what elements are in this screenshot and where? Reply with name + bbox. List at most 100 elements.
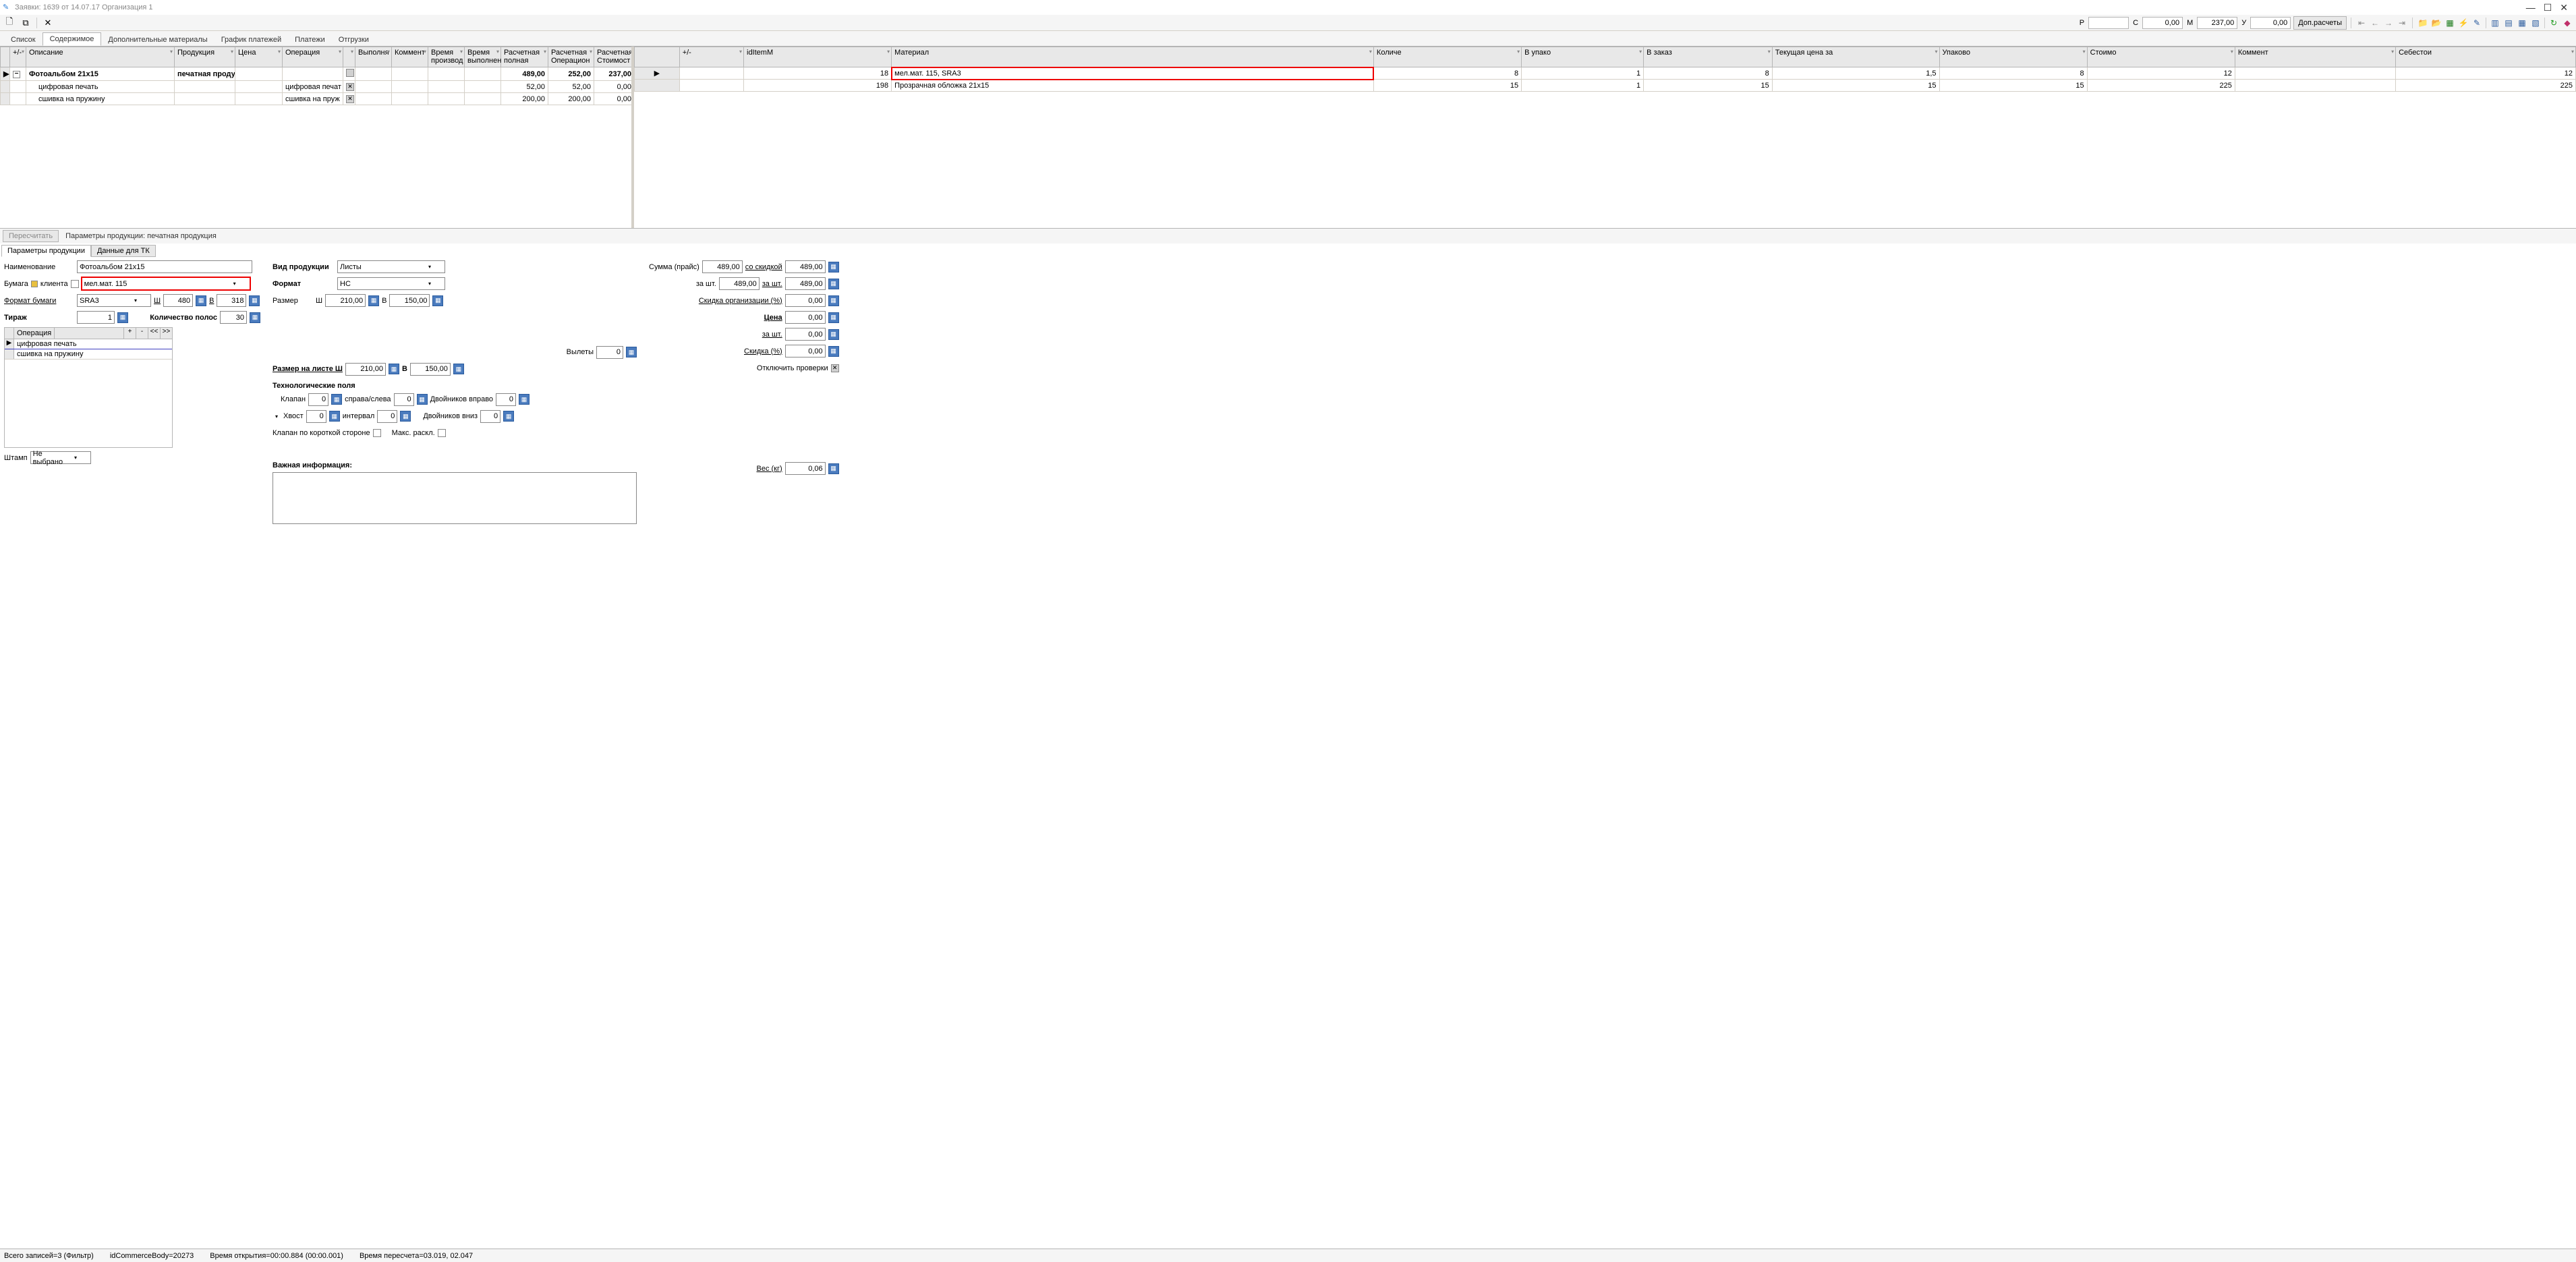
col-time-done[interactable]: Время выполнен▾ [465,47,501,67]
nav-prev-icon[interactable]: ← [2369,17,2381,29]
refresh-icon[interactable]: ↻ [2548,17,2560,29]
calc-icon[interactable]: ▦ [196,295,206,306]
calc-icon[interactable]: ▦ [828,279,839,289]
folder-open-icon[interactable]: 📂 [2430,17,2442,29]
calc-icon[interactable]: ▦ [389,364,399,374]
col-operation[interactable]: Операция▾ [283,47,343,67]
calc-icon[interactable]: ▦ [828,312,839,323]
subtab-tk-data[interactable]: Данные для ТК [91,245,156,257]
name-input[interactable] [77,260,252,273]
table-row[interactable]: сшивка на пружинусшивка на пруж200,00200… [1,93,632,105]
col-price[interactable]: Цена▾ [235,47,283,67]
col-upak[interactable]: Упаково▾ [1939,47,2087,67]
hvost-input[interactable] [306,410,326,423]
client-checkbox[interactable] [71,280,79,288]
skidka-pct-input[interactable] [785,345,826,357]
calc-icon[interactable]: ▦ [329,411,340,422]
close-button[interactable]: ✕ [2560,2,2568,13]
table-row[interactable]: ▶18мел.мат. 115, SRA38181,581212 [635,67,2576,80]
col-time-prod[interactable]: Время производ▾ [428,47,465,67]
summa-input[interactable] [702,260,743,273]
tab-content[interactable]: Содержимое [42,32,102,46]
ops-row[interactable]: сшивка на пружину [5,349,172,360]
col-cost[interactable]: Стоимо▾ [2087,47,2235,67]
col-comment[interactable]: Коммент▾ [392,47,428,67]
za-sht2-label[interactable]: за шт. [762,280,782,288]
dvoyn-right-input[interactable] [496,393,516,406]
tab-payment-schedule[interactable]: График платежей [214,34,288,46]
polos-input[interactable] [220,311,247,324]
operations-grid[interactable]: Операция + - << >> ▶цифровая печать сшив… [4,327,173,448]
table-row[interactable]: 198Прозрачная обложка 21х151511515152252… [635,80,2576,92]
stamp-select[interactable]: Не выбрано▾ [30,451,91,464]
calc-icon[interactable]: ▦ [400,411,411,422]
ops-add-button[interactable]: + [123,328,136,339]
calc-icon[interactable]: ▦ [828,346,839,357]
calc-icon[interactable]: ▦ [828,463,839,474]
col-comment[interactable]: Коммент▾ [2235,47,2395,67]
tab-payments[interactable]: Платежи [288,34,332,46]
col-expand[interactable]: +/-▾ [679,47,743,67]
za-sht-input[interactable] [719,277,760,290]
items-grid[interactable]: +/-▾ Описание▾ Продукция▾ Цена▾ Операция… [0,47,631,105]
new-doc-icon[interactable]: 🗋 [3,16,16,30]
weight-label[interactable]: Вес (кг) [757,465,782,473]
table-row[interactable]: ▶−Фотоальбом 21х15печатная продук489,002… [1,67,632,81]
tool2-icon[interactable]: ▤ [2502,17,2515,29]
calc-icon[interactable]: ▦ [250,312,260,323]
cena-sht-label[interactable]: за шт. [762,331,782,339]
nav-first-icon[interactable]: ⇤ [2355,17,2368,29]
size-h-input[interactable] [389,294,430,307]
tool3-icon[interactable]: ▦ [2516,17,2528,29]
col-curprice[interactable]: Текущая цена за▾ [1772,47,1939,67]
w-input[interactable] [163,294,193,307]
calc-icon[interactable]: ▦ [626,347,637,357]
calc-icon[interactable]: ▦ [828,262,839,273]
h-input[interactable] [217,294,246,307]
col-vzakaz[interactable]: В заказ▾ [1644,47,1773,67]
chevron-down-icon[interactable]: ▾ [273,413,281,420]
calc-icon[interactable]: ▦ [453,364,464,374]
help-icon[interactable]: ◆ [2561,17,2573,29]
minimize-button[interactable]: — [2526,2,2536,13]
calc-icon[interactable]: ▦ [432,295,443,306]
sheet-h-input[interactable] [410,363,451,376]
important-memo[interactable] [273,472,637,524]
materials-grid[interactable]: +/-▾ idItemM▾ Материал▾ Количе▾ В упако▾… [634,47,2576,92]
vid-select[interactable]: Листы▾ [337,260,445,273]
so-skidkoy-label[interactable]: со скидкой [745,263,782,271]
ops-prev-button[interactable]: << [148,328,160,339]
col-material[interactable]: Материал▾ [892,47,1374,67]
field-s-input[interactable] [2142,17,2183,29]
calc-icon[interactable]: ▦ [249,295,260,306]
klapan-input[interactable] [308,393,328,406]
cena-label[interactable]: Цена [764,314,782,322]
size-w-input[interactable] [325,294,366,307]
col-calc-op[interactable]: Расчетная Операцион▾ [548,47,594,67]
field-u-input[interactable] [2250,17,2291,29]
col-description[interactable]: Описание▾ [26,47,175,67]
max-raskl-checkbox[interactable] [438,429,446,437]
col-iditem[interactable]: idItemM▾ [744,47,892,67]
extra-calc-button[interactable]: Доп.расчеты [2293,16,2347,30]
subtab-params[interactable]: Параметры продукции [1,245,91,257]
paper-format-select[interactable]: SRA3▾ [77,294,151,307]
col-qty[interactable]: Количе▾ [1373,47,1521,67]
col-product[interactable]: Продукция▾ [175,47,235,67]
ops-remove-button[interactable]: - [136,328,148,339]
lightning-icon[interactable]: ⚡ [2457,17,2469,29]
col-calc-cost[interactable]: Расчетная Стоимост▾ [594,47,632,67]
calc-icon[interactable]: ▦ [417,394,428,405]
copy-icon[interactable]: ⧉ [19,16,32,30]
calc-icon[interactable]: ▦ [368,295,379,306]
field-r-input[interactable] [2088,17,2129,29]
ops-row[interactable]: ▶цифровая печать [5,339,172,349]
spravasleva-input[interactable] [394,393,414,406]
paper-select[interactable]: мел.мат. 115▾ [82,277,250,290]
tab-extra-materials[interactable]: Дополнительные материалы [101,34,214,46]
sheet-w-input[interactable] [345,363,386,376]
folder-icon[interactable]: 📁 [2417,17,2429,29]
tool1-icon[interactable]: ▥ [2489,17,2501,29]
paper-format-label[interactable]: Формат бумаги [4,297,74,305]
nav-next-icon[interactable]: → [2382,17,2395,29]
